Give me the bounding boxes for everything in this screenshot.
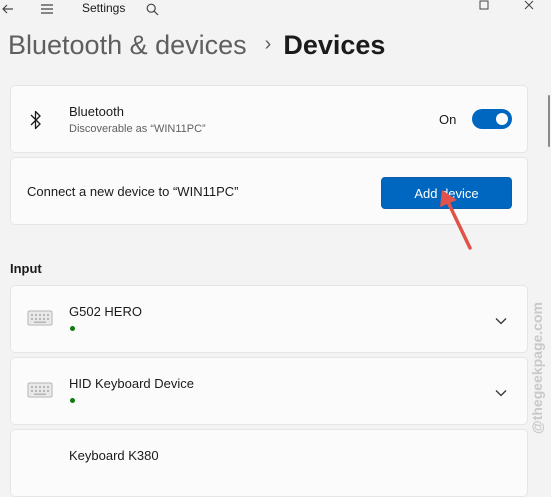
scrollbar[interactable] — [548, 95, 550, 147]
page-title: Devices — [283, 30, 386, 60]
bluetooth-subtitle: Discoverable as “WIN11PC” — [69, 123, 206, 135]
status-dot-icon — [70, 326, 75, 331]
toggle-knob — [496, 113, 508, 125]
watermark: @thegeekpage.com — [524, 280, 550, 456]
back-arrow-icon[interactable] — [0, 0, 16, 18]
breadcrumb: Bluetooth & devices › Devices — [8, 30, 385, 61]
app-title: Settings — [82, 1, 126, 15]
bluetooth-toggle[interactable] — [472, 109, 512, 129]
keyboard-icon — [27, 310, 53, 331]
search-icon[interactable] — [143, 0, 161, 18]
device-name: HID Keyboard Device — [69, 376, 194, 391]
maximize-icon[interactable] — [474, 0, 494, 14]
device-row[interactable]: G502 HERO — [10, 285, 528, 353]
toggle-state-label: On — [439, 112, 457, 127]
keyboard-icon — [27, 382, 53, 403]
bluetooth-card: Bluetooth Discoverable as “WIN11PC” On — [10, 85, 528, 153]
chevron-down-icon[interactable] — [495, 312, 507, 330]
title-bar: Settings — [0, 0, 551, 20]
annotation-arrow-icon — [436, 188, 476, 257]
chevron-down-icon[interactable] — [495, 384, 507, 402]
bluetooth-icon — [29, 110, 43, 135]
device-name: G502 HERO — [69, 304, 142, 319]
bluetooth-title: Bluetooth — [69, 104, 124, 119]
add-device-text: Connect a new device to “WIN11PC” — [27, 184, 239, 199]
breadcrumb-separator: › — [264, 33, 272, 55]
breadcrumb-parent[interactable]: Bluetooth & devices — [8, 30, 247, 60]
status-dot-icon — [70, 398, 75, 403]
menu-icon[interactable] — [38, 0, 56, 18]
close-icon[interactable] — [518, 0, 540, 14]
watermark-text: @thegeekpage.com — [529, 302, 546, 434]
device-row[interactable]: Keyboard K380 — [10, 429, 528, 497]
device-row[interactable]: HID Keyboard Device — [10, 357, 528, 425]
section-title-input: Input — [10, 261, 42, 276]
